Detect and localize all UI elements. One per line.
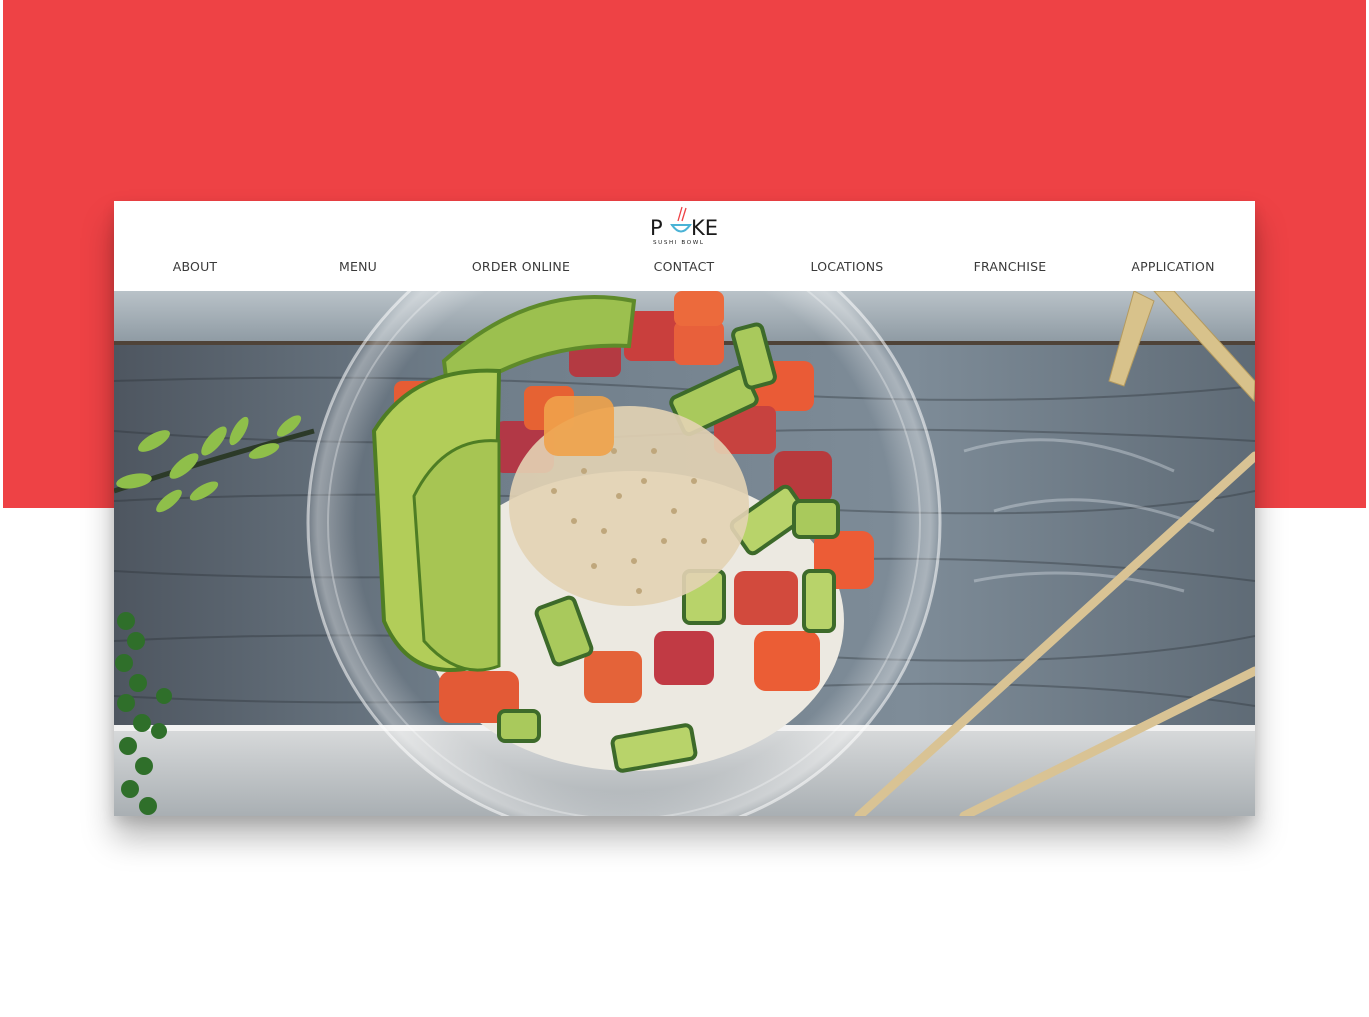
poke-logo-icon: P KE SUSHI BOWL [650,206,718,246]
main-navigation: ABOUT MENU ORDER ONLINE CONTACT LOCATION… [114,259,1255,277]
svg-text:KE: KE [691,216,718,240]
poke-bowl-photo [114,291,1255,816]
site-logo[interactable]: P KE SUSHI BOWL [649,205,719,247]
nav-item-order-online[interactable]: ORDER ONLINE [446,259,596,274]
nav-item-menu[interactable]: MENU [283,259,433,274]
site-header: P KE SUSHI BOWL ABOUT MENU ORDER ONLINE … [114,201,1255,291]
hero-image [114,291,1255,816]
nav-item-about[interactable]: ABOUT [120,259,270,274]
nav-item-franchise[interactable]: FRANCHISE [935,259,1085,274]
bowl [306,291,942,816]
website-preview-frame: P KE SUSHI BOWL ABOUT MENU ORDER ONLINE … [114,201,1255,816]
nav-item-contact[interactable]: CONTACT [609,259,759,274]
svg-text:P: P [650,216,663,240]
nav-item-application[interactable]: APPLICATION [1098,259,1248,274]
svg-text:SUSHI BOWL: SUSHI BOWL [653,240,705,246]
nav-item-locations[interactable]: LOCATIONS [772,259,922,274]
